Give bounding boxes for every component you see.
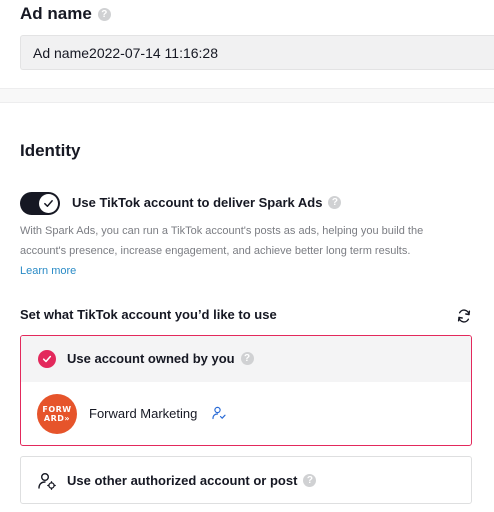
toggle-label-text: Use TikTok account to deliver Spark Ads [72,195,323,210]
help-icon[interactable]: ? [240,352,254,365]
owned-account-radio[interactable]: Use account owned by you ? [21,336,471,382]
account-select-title: Set what TikTok account you’d like to us… [20,307,277,322]
spark-ads-toggle[interactable] [20,192,60,215]
ad-name-section: Ad name ? [0,0,494,88]
account-name: Forward Marketing [89,406,198,421]
avatar-text-line2: ARD» [43,414,71,423]
toggle-knob [39,194,58,213]
owned-account-option: Use account owned by you ? FORW ARD» For… [20,335,472,446]
ad-name-input[interactable] [20,35,494,70]
section-divider [0,88,494,103]
spark-ads-toggle-label: Use TikTok account to deliver Spark Ads … [72,195,342,210]
refresh-icon[interactable] [456,308,472,324]
user-settings-icon [212,406,226,420]
check-icon [42,355,52,363]
avatar-text-line1: FORW [42,405,72,414]
ad-name-title: Ad name ? [20,4,111,24]
owned-account-label: Use account owned by you ? [67,351,254,366]
ad-name-label: Ad name [20,4,92,23]
help-icon[interactable]: ? [97,7,111,21]
other-account-label-text: Use other authorized account or post [67,473,298,488]
help-icon[interactable]: ? [328,196,342,209]
owned-account-label-text: Use account owned by you [67,351,235,366]
learn-more-link[interactable]: Learn more [20,261,76,281]
help-icon[interactable]: ? [303,474,317,487]
check-icon [44,200,53,207]
identity-title: Identity [20,141,81,160]
other-account-label: Use other authorized account or post ? [67,473,317,488]
selected-check-icon [38,350,56,368]
other-account-option[interactable]: Use other authorized account or post ? [20,456,472,504]
user-authorized-icon [38,473,56,490]
account-list-item[interactable]: FORW ARD» Forward Marketing [21,382,471,445]
spark-ads-description: With Spark Ads, you can run a TikTok acc… [20,225,424,257]
account-avatar: FORW ARD» [37,394,77,434]
